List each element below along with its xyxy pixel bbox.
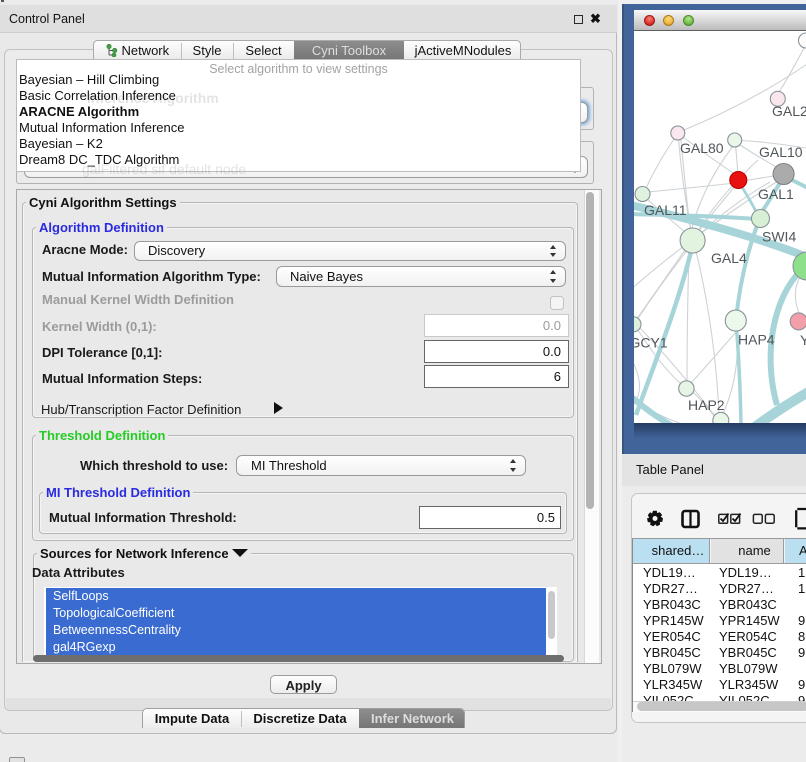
svg-text:GAL11: GAL11 (644, 202, 687, 218)
svg-text:GAL80: GAL80 (680, 140, 724, 156)
svg-text:GCY1: GCY1 (634, 335, 668, 351)
svg-text:GAL10: GAL10 (759, 144, 803, 160)
svg-text:GAL1: GAL1 (758, 186, 794, 202)
svg-text:GAL4: GAL4 (711, 250, 747, 266)
svg-text:SWI4: SWI4 (762, 229, 796, 245)
svg-text:GAL2: GAL2 (772, 103, 806, 119)
svg-text:HAP2: HAP2 (688, 397, 725, 413)
svg-text:HAP4: HAP4 (738, 332, 775, 348)
svg-text:YE: YE (800, 332, 806, 348)
